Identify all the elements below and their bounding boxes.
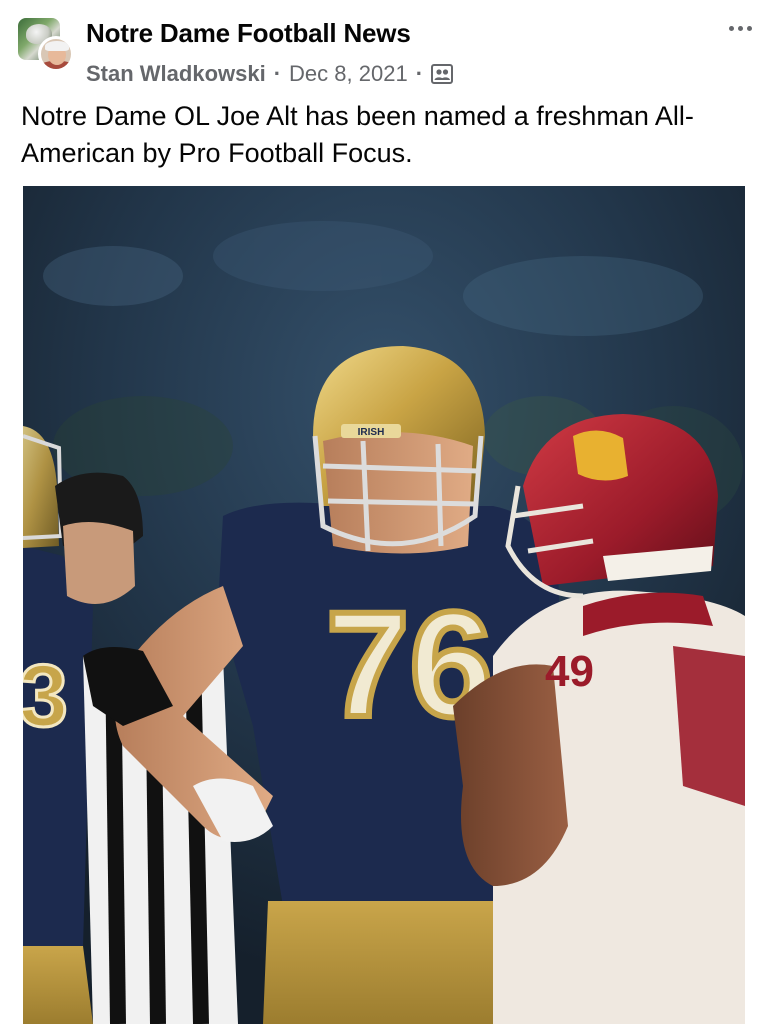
helmet-label: IRISH [358, 427, 385, 438]
meta-separator: · [273, 61, 282, 86]
author-name[interactable]: Stan Wladkowski [86, 61, 266, 87]
group-name[interactable]: Notre Dame Football News [86, 18, 411, 49]
post-header: Notre Dame Football News Stan Wladkowski… [0, 0, 768, 96]
more-options-icon[interactable] [722, 14, 758, 42]
left-jersey-number: 3 [23, 646, 68, 745]
meta-separator: · [415, 61, 424, 86]
user-avatar[interactable] [38, 36, 74, 72]
group-members-icon [431, 64, 454, 84]
post-date[interactable]: Dec 8, 2021 [289, 61, 408, 87]
post-meta: Stan Wladkowski · Dec 8, 2021 · [86, 60, 454, 88]
opponent-jersey-number: 49 [545, 647, 594, 696]
post-text: Notre Dame OL Joe Alt has been named a f… [21, 101, 694, 168]
football-photo: 3 76 IRISH 49 [23, 186, 745, 1024]
post-photo[interactable]: 3 76 IRISH 49 [23, 186, 745, 1024]
avatar-stack[interactable] [18, 18, 74, 72]
